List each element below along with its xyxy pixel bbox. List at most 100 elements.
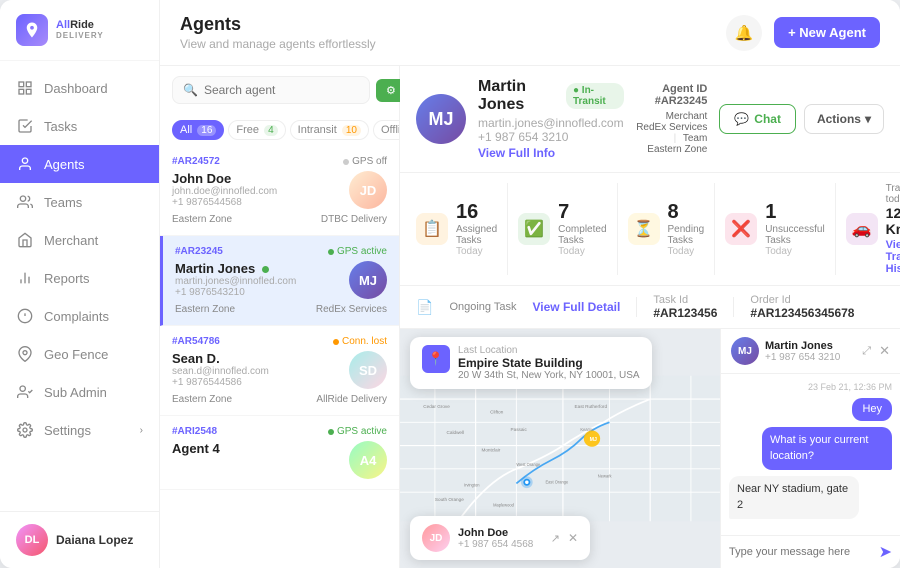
unsuccessful-icon: ❌ [725, 213, 757, 245]
status-badge: ● In-Transit [566, 83, 624, 109]
detail-info: Martin Jones ● In-Transit martin.jones@i… [478, 78, 624, 160]
stat-assigned: 📋 16 Assigned Tasks Today [416, 183, 508, 275]
john-doe-popup[interactable]: JD John Doe +1 987 654 4568 ↗ ✕ [410, 516, 590, 560]
location-address: 20 W 34th St, New York, NY 10001, USA [458, 370, 640, 381]
agent-list-header: 🔍 ⚙ Filter [160, 66, 399, 114]
close-icon[interactable]: ✕ [568, 531, 578, 545]
detail-email: martin.jones@innofled.com [478, 116, 624, 130]
avatar: A4 [349, 441, 387, 479]
expand-icon[interactable]: ⤢ [862, 345, 871, 358]
agent-id: #ARI2548 [172, 426, 217, 437]
john-avatar: JD [422, 524, 450, 552]
chat-header: MJ Martin Jones +1 987 654 3210 ⤢ ✕ [721, 329, 900, 374]
logo-name: AllRide [56, 20, 104, 31]
check-square-icon [16, 117, 34, 135]
svg-text:Passaic: Passaic [511, 427, 528, 432]
agent-card[interactable]: #AR24572 GPS off John Doe john.doe@innof… [160, 146, 399, 236]
filter-tab-offline[interactable]: Offline 2 [373, 120, 399, 140]
ongoing-task-label: Ongoing Task [449, 301, 516, 313]
svg-text:East Rutherford: East Rutherford [575, 404, 608, 409]
agent-phone: +1 9876544586 [172, 377, 341, 388]
chevron-down-icon: ▾ [865, 112, 871, 126]
detail-name: Martin Jones ● In-Transit [478, 78, 624, 114]
view-full-info-link[interactable]: View Full Info [478, 146, 624, 160]
sidebar-item-merchant[interactable]: Merchant [0, 221, 159, 259]
logo-icon [16, 14, 48, 46]
user-name: Daiana Lopez [56, 533, 133, 547]
order-id-group: Order Id #AR123456345678 [750, 294, 854, 320]
chat-input-area[interactable]: ➤ [721, 535, 900, 568]
task-row: 📄 Ongoing Task View Full Detail Task Id … [400, 286, 900, 329]
sidebar-item-dashboard[interactable]: Dashboard [0, 69, 159, 107]
agent-card[interactable]: #AR54786 Conn. lost Sean D. sean.d@innof… [160, 326, 399, 416]
avatar: DL [16, 524, 48, 556]
sidebar-item-complaints[interactable]: Complaints [0, 297, 159, 335]
sidebar-user[interactable]: DL Daiana Lopez [0, 511, 159, 568]
sidebar-item-label: Dashboard [44, 81, 108, 96]
expand-icon[interactable]: ↗ [551, 532, 560, 545]
chat-input[interactable] [729, 546, 873, 558]
sidebar-item-agents[interactable]: Agents [0, 145, 159, 183]
new-agent-button[interactable]: + New Agent [774, 17, 880, 48]
stat-sub: Today [456, 246, 497, 257]
svg-text:Montclair: Montclair [481, 447, 500, 452]
agent-email: john.doe@innofled.com [172, 186, 341, 197]
detail-actions: 💬 Chat Actions ▾ [719, 104, 884, 134]
agent-status: GPS active [328, 246, 387, 257]
sidebar-item-label: Tasks [44, 119, 77, 134]
agent-status: GPS active [328, 426, 387, 437]
travel-history-link[interactable]: View Travel History [886, 239, 900, 275]
stat-completed: ✅ 7 Completed Tasks Today [508, 183, 617, 275]
filter-tab-all[interactable]: All 16 [172, 120, 224, 140]
chat-button[interactable]: 💬 Chat [719, 104, 796, 134]
svg-text:South Orange: South Orange [435, 497, 464, 502]
sidebar-item-label: Agents [44, 157, 84, 172]
sidebar-item-teams[interactable]: Teams [0, 183, 159, 221]
svg-text:Caldwell: Caldwell [447, 430, 465, 435]
pending-icon: ⏳ [628, 213, 660, 245]
agent-name: Sean D. [172, 351, 341, 366]
agent-name: Martin Jones [175, 261, 341, 276]
notification-button[interactable]: 🔔 [726, 15, 762, 51]
agent-team: Eastern Zone [172, 394, 232, 405]
store-icon [16, 231, 34, 249]
sidebar-item-geo-fence[interactable]: Geo Fence [0, 335, 159, 373]
main-content: Agents View and manage agents effortless… [160, 0, 900, 568]
task-id-group: Task Id #AR123456 [653, 294, 717, 320]
search-bar[interactable]: 🔍 [172, 76, 370, 104]
sidebar-item-tasks[interactable]: Tasks [0, 107, 159, 145]
svg-text:West Orange: West Orange [516, 462, 541, 467]
view-detail-link[interactable]: View Full Detail [533, 300, 621, 314]
agent-card[interactable]: #ARI2548 GPS active Agent 4 A4 [160, 416, 399, 490]
agent-phone: +1 9876543210 [175, 287, 341, 298]
close-icon[interactable]: ✕ [879, 343, 890, 359]
agent-phone: +1 9876544568 [172, 197, 341, 208]
sidebar-item-settings[interactable]: Settings › [0, 411, 159, 449]
sidebar-item-reports[interactable]: Reports [0, 259, 159, 297]
svg-text:Irvington: Irvington [464, 482, 480, 487]
agent-card[interactable]: #AR23245 GPS active Martin Jones martin.… [160, 236, 399, 326]
search-input[interactable] [204, 83, 359, 97]
agent-email: sean.d@innofled.com [172, 366, 341, 377]
sidebar-item-label: Complaints [44, 309, 109, 324]
filter-tab-intransit[interactable]: Intransit 10 [290, 120, 369, 140]
filter-tab-free[interactable]: Free 4 [228, 120, 285, 140]
stat-distance: 12.4 Km. [886, 205, 900, 237]
status-dot [328, 429, 334, 435]
divider [636, 297, 637, 317]
sidebar-item-label: Reports [44, 271, 90, 286]
send-icon[interactable]: ➤ [879, 542, 892, 562]
agent-id: #AR23245 [175, 246, 223, 257]
stat-sub: Today [765, 246, 824, 257]
actions-button[interactable]: Actions ▾ [804, 104, 884, 134]
stat-label: Pending Tasks [668, 224, 705, 246]
detail-phone: +1 987 654 3210 [478, 130, 624, 144]
agent-team: Eastern Zone [175, 304, 235, 315]
content-area: 🔍 ⚙ Filter All 16 F [160, 66, 900, 568]
avatar: MJ [349, 261, 387, 299]
stat-num: 16 [456, 201, 497, 224]
completed-icon: ✅ [518, 213, 550, 245]
sidebar-item-sub-admin[interactable]: Sub Admin [0, 373, 159, 411]
agent-status: GPS off [343, 156, 387, 167]
stat-num: 7 [558, 201, 606, 224]
